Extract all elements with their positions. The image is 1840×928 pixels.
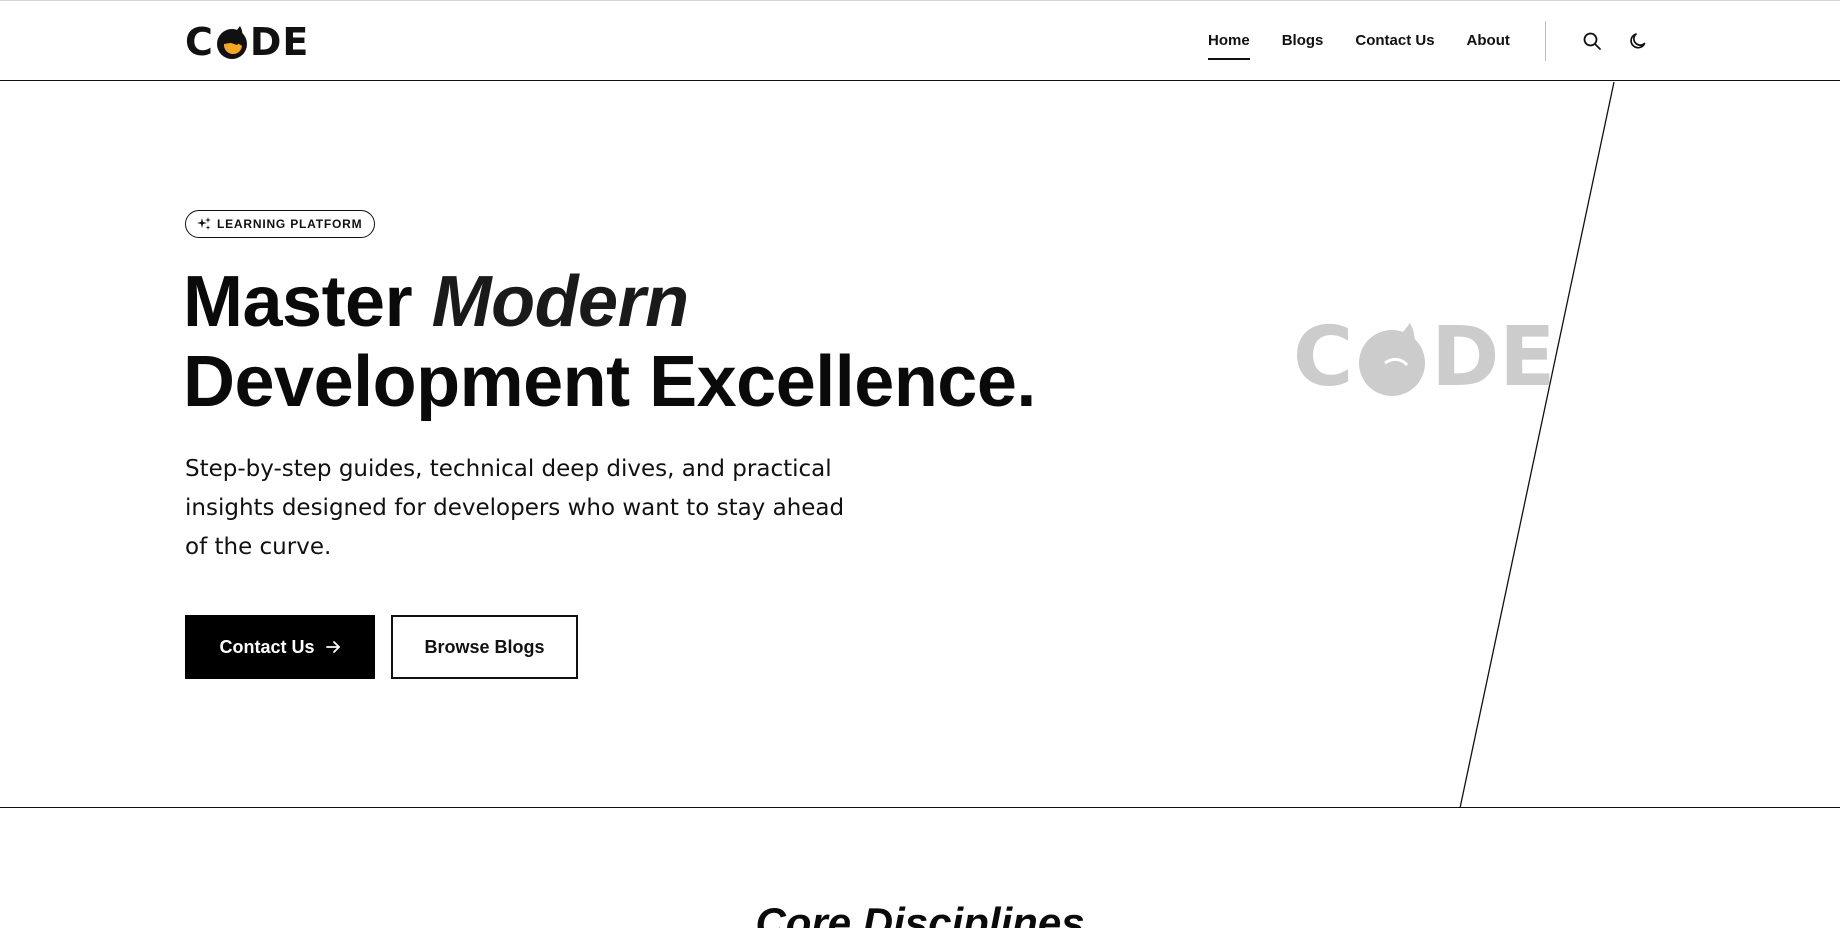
nav-divider	[1545, 21, 1546, 61]
nav-home[interactable]: Home	[1208, 30, 1250, 60]
search-icon	[1583, 32, 1601, 50]
hero-subtext: Step-by-step guides, technical deep dive…	[185, 456, 845, 560]
diagonal-divider	[1459, 82, 1615, 807]
browse-blogs-button[interactable]: Browse Blogs	[391, 615, 578, 679]
hero-headline: Master Modern Development Excellence.	[183, 262, 1036, 422]
search-button[interactable]	[1581, 30, 1603, 52]
learning-platform-badge: LEARNING PLATFORM	[185, 210, 376, 238]
logo-letter-c: C	[185, 20, 214, 64]
headline-italic: Modern	[431, 262, 689, 342]
watermark-letters-de: DE	[1431, 310, 1556, 405]
hero-section: LEARNING PLATFORM Master Modern Developm…	[0, 82, 1840, 808]
nav-about[interactable]: About	[1467, 30, 1510, 52]
logo-flame-icon	[216, 26, 247, 59]
contact-us-label: Contact Us	[219, 636, 315, 657]
headline-part1: Master	[183, 262, 432, 342]
site-header: C DE Home Blogs Contact Us About	[0, 1, 1840, 81]
nav-blogs[interactable]: Blogs	[1282, 30, 1324, 52]
core-disciplines-title: Core Disciplines	[755, 899, 1085, 928]
browse-blogs-label: Browse Blogs	[424, 636, 545, 657]
theme-toggle-button[interactable]	[1627, 30, 1649, 52]
contact-us-button[interactable]: Contact Us	[185, 615, 375, 679]
badge-label: LEARNING PLATFORM	[217, 217, 363, 231]
headline-line2: Development Excellence.	[183, 342, 1036, 422]
nav-contact-us[interactable]: Contact Us	[1355, 30, 1434, 52]
moon-icon	[1630, 33, 1646, 49]
arrow-right-icon	[325, 641, 340, 653]
hero-logo-watermark: C DE	[1293, 310, 1556, 405]
watermark-letter-c: C	[1293, 310, 1354, 405]
logo-letters-de: DE	[249, 20, 310, 64]
main-nav: Home Blogs Contact Us About	[1208, 30, 1510, 60]
site-logo[interactable]: C DE	[185, 23, 309, 61]
watermark-flame-icon	[1359, 323, 1426, 396]
sparkle-icon	[197, 217, 211, 230]
